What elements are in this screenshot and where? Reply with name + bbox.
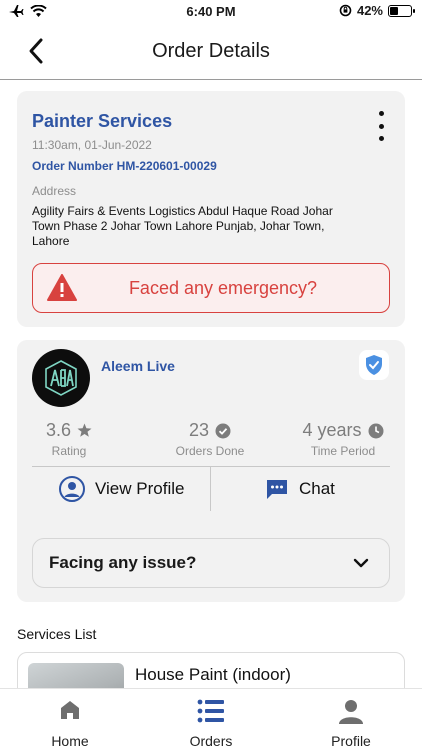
shield-check-icon: [366, 355, 382, 375]
verified-badge: [359, 350, 389, 380]
user-circle-icon: [59, 476, 85, 502]
orders-value-row: 23: [145, 420, 275, 441]
orientation-lock-icon: [339, 4, 352, 17]
time-value: 4 years: [302, 420, 362, 440]
order-date: 11:30am, 01-Jun-2022: [32, 138, 152, 152]
nav-icon-wrap: [161, 699, 261, 723]
view-profile-label: View Profile: [95, 479, 185, 498]
service-name: House Paint (indoor): [135, 665, 291, 684]
nav-item-orders[interactable]: Orders: [161, 699, 261, 749]
provider-card: Aleem Live 3.6 Rating 23 Orders Done 4 y…: [17, 340, 405, 602]
person-icon: [339, 700, 363, 724]
dot: [378, 123, 384, 129]
divider: [210, 466, 211, 511]
nav-icon-wrap: [20, 699, 120, 723]
nav-item-profile[interactable]: Profile: [301, 699, 401, 749]
page-title: Order Details: [152, 40, 270, 62]
orders-value: 23: [188, 420, 210, 440]
dot: [378, 111, 384, 116]
star-icon: [77, 423, 92, 437]
orders-stat: 23 Orders Done: [145, 420, 275, 458]
nav-icon-wrap: [301, 699, 401, 724]
issue-dropdown[interactable]: Facing any issue?: [32, 538, 390, 588]
issue-label: Facing any issue?: [49, 553, 197, 572]
nav-label: Orders: [189, 733, 233, 749]
order-number: Order Number HM-220601-00029: [32, 159, 217, 173]
nav-label: Profile: [331, 733, 371, 749]
address-text: Agility Fairs & Events Logistics Abdul H…: [32, 204, 333, 248]
provider-logo-icon: [45, 360, 77, 396]
view-profile-button[interactable]: View Profile: [59, 474, 184, 504]
clock-icon: [368, 423, 384, 438]
more-options-button[interactable]: [375, 111, 387, 141]
battery-percent: 42%: [356, 3, 383, 18]
provider-name[interactable]: Aleem Live: [101, 358, 175, 374]
chat-label: Chat: [299, 479, 335, 498]
chat-button[interactable]: Chat: [265, 474, 335, 504]
battery-icon: [388, 4, 415, 17]
service-title: Painter Services: [32, 111, 173, 131]
orders-label: Orders Done: [175, 444, 245, 458]
rating-value: 3.6: [45, 420, 72, 440]
status-right: 42%: [339, 3, 415, 18]
chevron-down-icon: [353, 558, 369, 568]
rating-value-row: 3.6: [27, 420, 111, 441]
dot: [378, 136, 384, 141]
bottom-nav: Home Orders Profile: [0, 688, 422, 750]
order-card: Painter Services 11:30am, 01-Jun-2022 Or…: [17, 91, 405, 327]
time-stat: 4 years Time Period: [289, 420, 397, 458]
address-label: Address: [32, 184, 77, 198]
check-circle-icon: [215, 423, 231, 438]
avatar[interactable]: [32, 349, 90, 407]
rating-stat: 3.6 Rating: [27, 420, 111, 458]
status-bar: 6:40 PM 42%: [0, 0, 422, 24]
home-icon: [61, 701, 79, 719]
nav-item-home[interactable]: Home: [20, 699, 120, 749]
emergency-label: Faced any emergency?: [128, 277, 318, 298]
divider: [32, 466, 390, 467]
time-label: Time Period: [310, 444, 376, 458]
battery-fill: [390, 6, 399, 15]
header: Order Details: [0, 24, 422, 80]
rating-label: Rating: [51, 444, 87, 458]
services-heading: Services List: [17, 626, 97, 642]
nav-label: Home: [51, 733, 89, 749]
time-value-row: 4 years: [289, 420, 397, 441]
list-icon: [197, 699, 224, 723]
emergency-button[interactable]: Faced any emergency?: [32, 263, 390, 313]
chat-bubble-icon: [267, 480, 287, 499]
